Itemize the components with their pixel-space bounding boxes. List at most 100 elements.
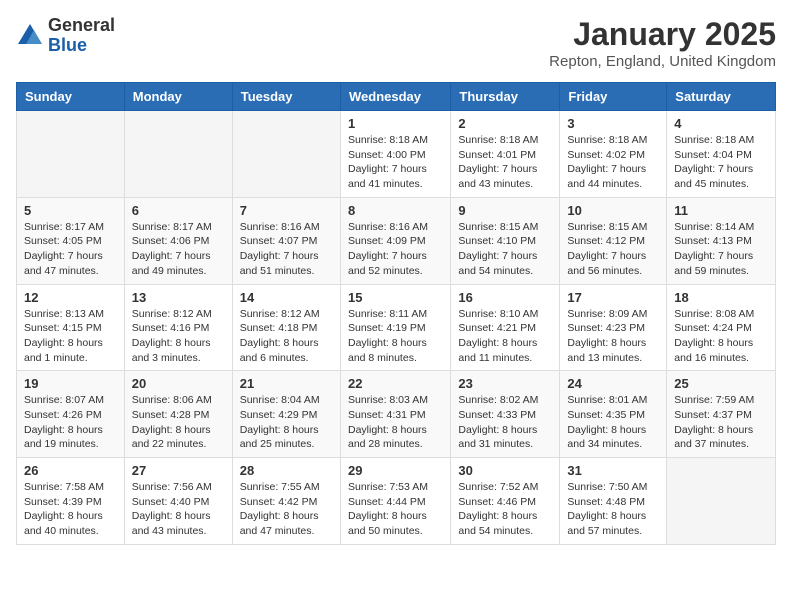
calendar-cell: 1 Sunrise: 8:18 AM Sunset: 4:00 PM Daylig… — [340, 111, 450, 198]
calendar-cell: 18Sunrise: 8:08 AM Sunset: 4:24 PM Dayli… — [667, 284, 776, 371]
day-info: Sunrise: 7:55 AM Sunset: 4:42 PM Dayligh… — [240, 480, 333, 539]
logo-blue-text: Blue — [48, 36, 115, 56]
calendar-cell: 19Sunrise: 8:07 AM Sunset: 4:26 PM Dayli… — [17, 371, 125, 458]
calendar-cell: 9 Sunrise: 8:15 AM Sunset: 4:10 PM Daylig… — [451, 197, 560, 284]
day-number: 22 — [348, 376, 443, 391]
calendar-week-row: 26 Sunrise: 7:58 AM Sunset: 4:39 PM Dayli… — [17, 458, 776, 545]
day-info: Sunrise: 8:14 AM Sunset: 4:13 PM Dayligh… — [674, 220, 768, 279]
day-number: 4 — [674, 116, 768, 131]
day-number: 27 — [132, 463, 225, 478]
day-info: Sunrise: 8:16 AM Sunset: 4:07 PM Dayligh… — [240, 220, 333, 279]
day-info: Sunrise: 8:12 AM Sunset: 4:16 PM Dayligh… — [132, 307, 225, 366]
calendar-cell: 22 Sunrise: 8:03 AM Sunset: 4:31 PM Dayli… — [340, 371, 450, 458]
calendar-cell: 30Sunrise: 7:52 AM Sunset: 4:46 PM Dayli… — [451, 458, 560, 545]
calendar-cell: 27 Sunrise: 7:56 AM Sunset: 4:40 PM Dayli… — [124, 458, 232, 545]
logo-general-text: General — [48, 16, 115, 36]
logo-text: General Blue — [48, 16, 115, 56]
calendar-cell: 26 Sunrise: 7:58 AM Sunset: 4:39 PM Dayli… — [17, 458, 125, 545]
day-info: Sunrise: 8:12 AM Sunset: 4:18 PM Dayligh… — [240, 307, 333, 366]
day-number: 24 — [567, 376, 659, 391]
day-number: 9 — [458, 203, 552, 218]
day-number: 31 — [567, 463, 659, 478]
calendar-cell: 2 Sunrise: 8:18 AM Sunset: 4:01 PM Daylig… — [451, 111, 560, 198]
day-info: Sunrise: 8:08 AM Sunset: 4:24 PM Dayligh… — [674, 307, 768, 366]
day-number: 20 — [132, 376, 225, 391]
location: Repton, England, United Kingdom — [549, 53, 776, 70]
day-info: Sunrise: 8:18 AM Sunset: 4:02 PM Dayligh… — [567, 133, 659, 192]
calendar-cell: 15 Sunrise: 8:11 AM Sunset: 4:19 PM Dayli… — [340, 284, 450, 371]
weekday-header-monday: Monday — [124, 83, 232, 111]
day-info: Sunrise: 8:11 AM Sunset: 4:19 PM Dayligh… — [348, 307, 443, 366]
day-number: 26 — [24, 463, 117, 478]
day-info: Sunrise: 8:16 AM Sunset: 4:09 PM Dayligh… — [348, 220, 443, 279]
day-info: Sunrise: 7:50 AM Sunset: 4:48 PM Dayligh… — [567, 480, 659, 539]
calendar-cell: 14 Sunrise: 8:12 AM Sunset: 4:18 PM Dayli… — [232, 284, 340, 371]
calendar-cell: 20 Sunrise: 8:06 AM Sunset: 4:28 PM Dayli… — [124, 371, 232, 458]
day-number: 1 — [348, 116, 443, 131]
day-info: Sunrise: 8:07 AM Sunset: 4:26 PM Dayligh… — [24, 393, 117, 452]
day-info: Sunrise: 8:10 AM Sunset: 4:21 PM Dayligh… — [458, 307, 552, 366]
day-info: Sunrise: 8:15 AM Sunset: 4:12 PM Dayligh… — [567, 220, 659, 279]
calendar-cell: 21Sunrise: 8:04 AM Sunset: 4:29 PM Dayli… — [232, 371, 340, 458]
calendar-cell: 5Sunrise: 8:17 AM Sunset: 4:05 PM Daylig… — [17, 197, 125, 284]
day-number: 14 — [240, 290, 333, 305]
day-number: 28 — [240, 463, 333, 478]
day-number: 2 — [458, 116, 552, 131]
month-title: January 2025 — [549, 16, 776, 53]
day-info: Sunrise: 8:02 AM Sunset: 4:33 PM Dayligh… — [458, 393, 552, 452]
calendar-cell: 4Sunrise: 8:18 AM Sunset: 4:04 PM Daylig… — [667, 111, 776, 198]
calendar-week-row: 19Sunrise: 8:07 AM Sunset: 4:26 PM Dayli… — [17, 371, 776, 458]
day-info: Sunrise: 8:17 AM Sunset: 4:06 PM Dayligh… — [132, 220, 225, 279]
calendar-cell — [124, 111, 232, 198]
calendar-cell — [232, 111, 340, 198]
day-number: 11 — [674, 203, 768, 218]
day-info: Sunrise: 8:03 AM Sunset: 4:31 PM Dayligh… — [348, 393, 443, 452]
calendar-cell: 24 Sunrise: 8:01 AM Sunset: 4:35 PM Dayli… — [560, 371, 667, 458]
day-number: 25 — [674, 376, 768, 391]
page-header: General Blue January 2025 Repton, Englan… — [16, 16, 776, 70]
calendar-cell — [17, 111, 125, 198]
calendar-cell: 6 Sunrise: 8:17 AM Sunset: 4:06 PM Daylig… — [124, 197, 232, 284]
day-info: Sunrise: 8:06 AM Sunset: 4:28 PM Dayligh… — [132, 393, 225, 452]
day-number: 3 — [567, 116, 659, 131]
calendar-cell: 7 Sunrise: 8:16 AM Sunset: 4:07 PM Daylig… — [232, 197, 340, 284]
day-number: 15 — [348, 290, 443, 305]
weekday-header-friday: Friday — [560, 83, 667, 111]
calendar-week-row: 1 Sunrise: 8:18 AM Sunset: 4:00 PM Daylig… — [17, 111, 776, 198]
logo-icon — [16, 22, 44, 50]
calendar-cell: 25Sunrise: 7:59 AM Sunset: 4:37 PM Dayli… — [667, 371, 776, 458]
day-info: Sunrise: 8:09 AM Sunset: 4:23 PM Dayligh… — [567, 307, 659, 366]
day-number: 29 — [348, 463, 443, 478]
calendar-table: SundayMondayTuesdayWednesdayThursdayFrid… — [16, 82, 776, 545]
day-info: Sunrise: 7:58 AM Sunset: 4:39 PM Dayligh… — [24, 480, 117, 539]
day-number: 13 — [132, 290, 225, 305]
logo: General Blue — [16, 16, 115, 56]
calendar-cell: 31 Sunrise: 7:50 AM Sunset: 4:48 PM Dayli… — [560, 458, 667, 545]
day-info: Sunrise: 8:01 AM Sunset: 4:35 PM Dayligh… — [567, 393, 659, 452]
weekday-header-row: SundayMondayTuesdayWednesdayThursdayFrid… — [17, 83, 776, 111]
calendar-cell: 3 Sunrise: 8:18 AM Sunset: 4:02 PM Daylig… — [560, 111, 667, 198]
day-info: Sunrise: 8:15 AM Sunset: 4:10 PM Dayligh… — [458, 220, 552, 279]
day-number: 12 — [24, 290, 117, 305]
day-number: 7 — [240, 203, 333, 218]
calendar-cell: 8Sunrise: 8:16 AM Sunset: 4:09 PM Daylig… — [340, 197, 450, 284]
calendar-cell: 11 Sunrise: 8:14 AM Sunset: 4:13 PM Dayli… — [667, 197, 776, 284]
day-number: 5 — [24, 203, 117, 218]
calendar-cell: 13 Sunrise: 8:12 AM Sunset: 4:16 PM Dayli… — [124, 284, 232, 371]
calendar-cell: 29 Sunrise: 7:53 AM Sunset: 4:44 PM Dayli… — [340, 458, 450, 545]
day-number: 6 — [132, 203, 225, 218]
day-number: 17 — [567, 290, 659, 305]
day-info: Sunrise: 7:56 AM Sunset: 4:40 PM Dayligh… — [132, 480, 225, 539]
calendar-cell — [667, 458, 776, 545]
title-block: January 2025 Repton, England, United Kin… — [549, 16, 776, 70]
day-number: 10 — [567, 203, 659, 218]
day-info: Sunrise: 8:18 AM Sunset: 4:00 PM Dayligh… — [348, 133, 443, 192]
day-number: 16 — [458, 290, 552, 305]
calendar-cell: 16 Sunrise: 8:10 AM Sunset: 4:21 PM Dayli… — [451, 284, 560, 371]
weekday-header-saturday: Saturday — [667, 83, 776, 111]
day-info: Sunrise: 7:52 AM Sunset: 4:46 PM Dayligh… — [458, 480, 552, 539]
day-info: Sunrise: 8:18 AM Sunset: 4:01 PM Dayligh… — [458, 133, 552, 192]
day-info: Sunrise: 7:53 AM Sunset: 4:44 PM Dayligh… — [348, 480, 443, 539]
calendar-week-row: 5Sunrise: 8:17 AM Sunset: 4:05 PM Daylig… — [17, 197, 776, 284]
calendar-cell: 12Sunrise: 8:13 AM Sunset: 4:15 PM Dayli… — [17, 284, 125, 371]
